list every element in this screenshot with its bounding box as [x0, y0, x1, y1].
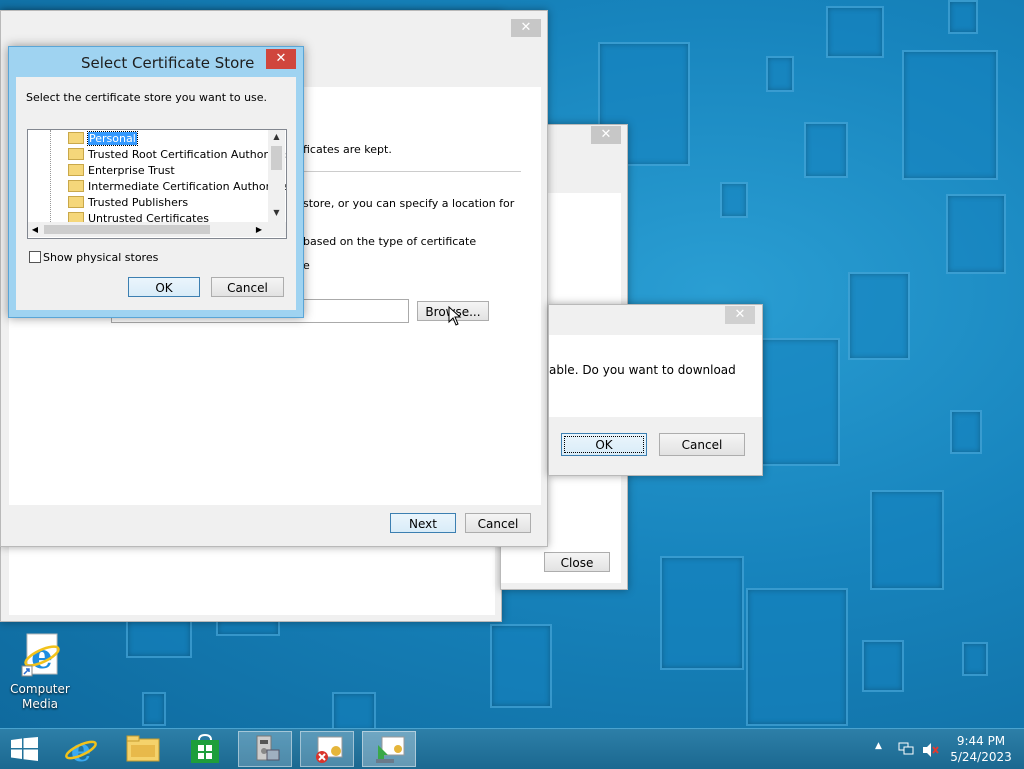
console-icon: [256, 735, 280, 761]
next-button[interactable]: Next: [390, 513, 456, 533]
close-icon[interactable]: ✕: [266, 49, 296, 69]
download-message-dialog: ✕ able. Do you want to download OK Cance…: [548, 304, 763, 476]
tree-dotted-line: [50, 130, 52, 222]
internet-explorer-icon: e: [65, 733, 97, 765]
desktop-icon-computer-media[interactable]: e Computer Media: [8, 632, 72, 714]
dialog-title: Select Certificate Store: [81, 54, 255, 72]
folder-icon: [68, 148, 84, 160]
folder-icon: [68, 196, 84, 208]
cancel-button[interactable]: Cancel: [465, 513, 531, 533]
cancel-button[interactable]: Cancel: [211, 277, 284, 297]
folder-icon: [68, 132, 84, 144]
hscroll-thumb[interactable]: [44, 225, 210, 234]
tree-item-trusted-root[interactable]: Trusted Root Certification Authorities: [68, 147, 286, 163]
taskbar-store[interactable]: [178, 731, 232, 767]
scroll-left-icon[interactable]: ◀: [28, 222, 42, 237]
scroll-up-icon[interactable]: ▲: [268, 130, 285, 144]
windows-logo-icon: [11, 737, 38, 761]
taskbar-mmc[interactable]: [238, 731, 292, 767]
close-icon[interactable]: ✕: [725, 306, 755, 324]
wizard-text-2: store, or you can specify a location for: [303, 197, 515, 210]
ok-button[interactable]: OK: [561, 433, 647, 456]
close-icon[interactable]: ✕: [511, 19, 541, 37]
close-button[interactable]: Close: [544, 552, 610, 572]
close-icon[interactable]: ✕: [591, 126, 621, 144]
store-tree[interactable]: Personal Trusted Root Certification Auth…: [27, 129, 287, 239]
tree-item-enterprise-trust[interactable]: Enterprise Trust: [68, 163, 175, 179]
network-icon[interactable]: [898, 742, 914, 756]
tree-item-trusted-publishers[interactable]: Trusted Publishers: [68, 195, 188, 211]
show-physical-stores-label: Show physical stores: [43, 251, 159, 264]
taskbar-certificate-import[interactable]: [362, 731, 416, 767]
folder-icon: [68, 164, 84, 176]
taskbar-certificate-error[interactable]: [300, 731, 354, 767]
instruction-text: Select the certificate store you want to…: [26, 91, 268, 104]
dialog-body: Select the certificate store you want to…: [16, 77, 296, 310]
taskbar: e ▲ 9:44 PM 5/24/2023: [0, 728, 1024, 769]
separator: [303, 171, 521, 172]
clock-time: 9:44 PM: [956, 734, 1006, 748]
scroll-thumb[interactable]: [271, 146, 282, 170]
certificate-import-icon: [376, 736, 405, 763]
select-certificate-store-dialog: Select Certificate Store ✕ Select the ce…: [8, 46, 304, 318]
cancel-button[interactable]: Cancel: [659, 433, 745, 456]
speaker-muted-icon[interactable]: [922, 742, 940, 758]
tray-show-hidden-icon[interactable]: ▲: [875, 741, 882, 751]
svg-text:e: e: [31, 637, 53, 677]
show-physical-stores-checkbox[interactable]: [29, 251, 41, 263]
message-text: able. Do you want to download: [549, 363, 736, 377]
start-button[interactable]: [4, 729, 44, 769]
folder-icon: [68, 180, 84, 192]
scroll-down-icon[interactable]: ▼: [268, 206, 285, 220]
vertical-scrollbar[interactable]: ▲ ▼: [268, 130, 285, 222]
wizard-text-1: ficates are kept.: [303, 143, 392, 156]
store-icon: [191, 734, 219, 763]
certificate-error-icon: [316, 736, 343, 763]
tree-item-personal[interactable]: Personal: [68, 131, 138, 147]
wizard-text-4: e: [303, 259, 310, 272]
clock-date: 5/24/2023: [950, 750, 1012, 764]
folder-icon: [126, 735, 160, 762]
horizontal-scrollbar[interactable]: ◀ ▶: [28, 222, 286, 237]
wizard-text-3: based on the type of certificate: [303, 235, 477, 248]
tree-item-intermediate[interactable]: Intermediate Certification Authorities: [68, 179, 286, 195]
desktop-icon-label: Computer Media: [10, 682, 70, 711]
taskbar-file-explorer[interactable]: [116, 731, 170, 767]
ie-shortcut-icon: e: [21, 633, 60, 677]
mouse-cursor-icon: [448, 306, 462, 326]
ok-button[interactable]: OK: [128, 277, 200, 297]
taskbar-internet-explorer[interactable]: e: [54, 731, 108, 767]
scroll-right-icon[interactable]: ▶: [252, 222, 266, 237]
clock[interactable]: 9:44 PM 5/24/2023: [950, 733, 1012, 765]
